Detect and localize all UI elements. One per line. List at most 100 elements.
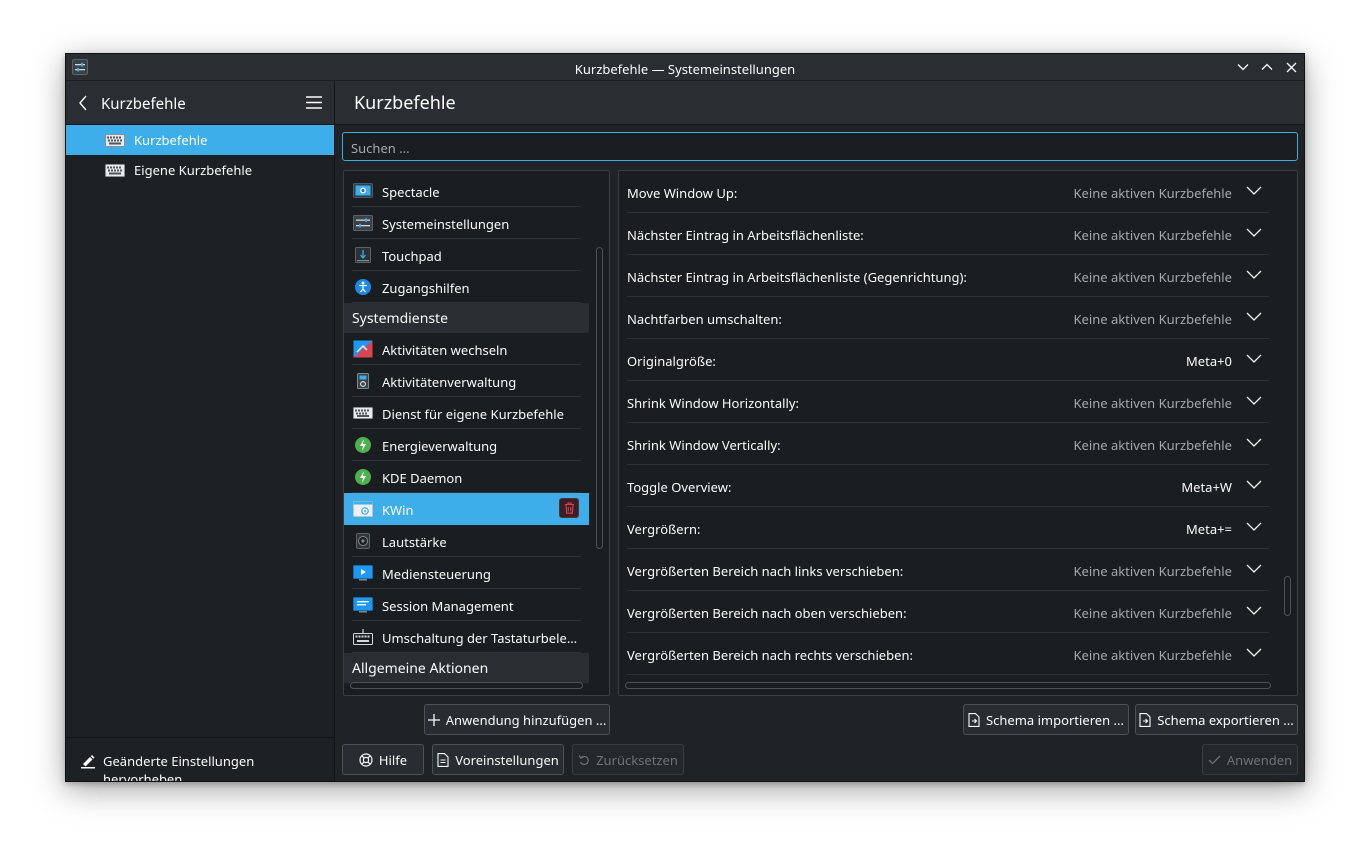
chevron-down-icon[interactable] (1246, 606, 1262, 615)
chevron-down-icon (1237, 64, 1249, 71)
component-list-item[interactable]: KWin (344, 493, 589, 525)
component-list-item[interactable]: Spectacle (344, 175, 589, 207)
shortcut-value: Keine aktiven Kurzbefehle (1073, 268, 1232, 286)
shortcut-list-horizontal-scrollbar[interactable] (625, 682, 1271, 689)
chevron-down-icon[interactable] (1246, 228, 1262, 237)
component-list-item[interactable]: Zugangshilfen (344, 271, 589, 303)
component-list-item[interactable]: Dienst für eigene Kurzbefehle (344, 397, 589, 429)
sidebar-title: Kurzbefehle (101, 94, 186, 114)
component-list-item[interactable]: Lautstärke (344, 525, 589, 557)
shortcut-value: Keine aktiven Kurzbefehle (1073, 562, 1232, 580)
session-icon (353, 596, 373, 614)
shortcut-row[interactable]: Toggle Overview: Meta+W (619, 465, 1279, 507)
media-icon (353, 564, 373, 582)
chevron-down-icon[interactable] (1246, 564, 1262, 573)
shortcut-row[interactable]: Nächster Eintrag in Arbeitsflächenliste … (619, 255, 1279, 297)
back-arrow-icon[interactable] (78, 95, 88, 111)
shortcut-list-vertical-scrollbar[interactable] (1284, 576, 1291, 616)
defaults-label: Voreinstellungen (455, 750, 559, 769)
chevron-down-icon[interactable] (1246, 522, 1262, 531)
shortcut-row[interactable]: Vergrößern: Meta+= (619, 507, 1279, 549)
help-lifebuoy-icon (359, 752, 373, 767)
component-list-vertical-scrollbar[interactable] (596, 247, 603, 549)
add-application-button[interactable]: Anwendung hinzufügen ... (424, 704, 610, 735)
chevron-down-icon[interactable] (1246, 396, 1262, 405)
component-label: Mediensteuerung (382, 565, 491, 583)
systemsettings-icon (353, 214, 373, 232)
component-list-horizontal-scrollbar[interactable] (350, 682, 583, 689)
component-list-item[interactable]: Aktivitätenverwaltung (344, 365, 589, 397)
shortcut-value: Keine aktiven Kurzbefehle (1073, 436, 1232, 454)
shortcut-row[interactable]: Nächster Eintrag in Arbeitsflächenliste:… (619, 213, 1279, 255)
shortcut-value: Keine aktiven Kurzbefehle (1073, 310, 1232, 328)
page-title: Kurzbefehle (354, 91, 456, 115)
plus-icon (427, 713, 440, 726)
highlighter-icon (81, 755, 95, 769)
component-label: Session Management (382, 597, 514, 615)
shortcut-row[interactable]: Move Window Up: Keine aktiven Kurzbefehle (619, 171, 1279, 213)
sidebar: Kurzbefehle Kurzbefehle Eigene Kurzbefeh… (66, 81, 335, 782)
component-list-item[interactable]: KDE Daemon (344, 461, 589, 493)
component-list-item[interactable]: Mediensteuerung (344, 557, 589, 589)
checkmark-icon (1208, 755, 1221, 764)
shortcut-value: Keine aktiven Kurzbefehle (1073, 646, 1232, 664)
shortcut-row[interactable]: Nachtfarben umschalten: Keine aktiven Kur… (619, 297, 1279, 339)
component-list-item[interactable]: Aktivitäten wechseln (344, 333, 589, 365)
help-button[interactable]: Hilfe (342, 744, 424, 775)
component-group-header: Allgemeine Aktionen (344, 653, 589, 683)
sidebar-item-label: Kurzbefehle (134, 131, 208, 149)
component-list-item[interactable]: Umschaltung der Tastaturbele… (344, 621, 589, 653)
component-list-item[interactable]: Energieverwaltung (344, 429, 589, 461)
shortcut-value: Meta+= (1186, 520, 1232, 538)
main-header: Kurzbefehle (335, 81, 1304, 125)
chevron-down-icon[interactable] (1246, 648, 1262, 657)
shortcut-action-name: Vergrößern: (627, 520, 701, 538)
reset-button[interactable]: Zurücksetzen (572, 744, 684, 775)
chevron-down-icon[interactable] (1246, 480, 1262, 489)
delete-component-button[interactable] (559, 498, 579, 518)
shortcut-row[interactable]: Vergrößerten Bereich nach rechts verschi… (619, 633, 1279, 675)
component-label: Spectacle (382, 183, 440, 201)
shortcut-row[interactable]: Shrink Window Vertically: Keine aktiven K… (619, 423, 1279, 465)
shortcut-action-name: Move Window Up: (627, 184, 738, 202)
shortcut-row[interactable]: Vergrößerten Bereich nach links verschie… (619, 549, 1279, 591)
component-list-item[interactable]: Touchpad (344, 239, 589, 271)
shortcut-action-name: Nachtfarben umschalten: (627, 310, 782, 328)
hamburger-menu-icon[interactable] (306, 96, 322, 109)
chevron-down-icon[interactable] (1246, 354, 1262, 363)
apply-button[interactable]: Anwenden (1202, 744, 1298, 775)
component-list-item[interactable]: Systemeinstellungen (344, 207, 589, 239)
shortcut-action-name: Nächster Eintrag in Arbeitsflächenliste: (627, 226, 864, 244)
activity-manager-icon (353, 372, 373, 390)
shortcut-row[interactable]: Vergrößerten Bereich nach oben verschieb… (619, 591, 1279, 633)
component-label: Umschaltung der Tastaturbele… (382, 629, 578, 647)
document-import-icon (968, 712, 980, 727)
highlight-changed-label: Geänderte Einstellungen hervorheben (103, 752, 255, 782)
keyboard-icon (353, 404, 373, 422)
touchpad-icon (353, 246, 373, 264)
search-input[interactable] (349, 133, 1283, 162)
defaults-button[interactable]: Voreinstellungen (432, 744, 564, 775)
chevron-down-icon[interactable] (1246, 312, 1262, 321)
row-divider (627, 674, 1269, 675)
component-label: Zugangshilfen (382, 279, 470, 297)
chevron-down-icon[interactable] (1246, 270, 1262, 279)
chevron-down-icon[interactable] (1246, 186, 1262, 195)
component-label: Energieverwaltung (382, 437, 498, 455)
spectacle-icon (353, 182, 373, 200)
shortcut-row[interactable]: Originalgröße: Meta+0 (619, 339, 1279, 381)
component-list-item[interactable]: Session Management (344, 589, 589, 621)
sidebar-item-kurzbefehle[interactable]: Kurzbefehle (66, 125, 334, 155)
highlight-changed-settings-button[interactable]: Geänderte Einstellungen hervorheben (66, 737, 334, 782)
maximize-button[interactable] (1258, 58, 1276, 76)
shortcut-row[interactable]: Shrink Window Horizontally: Keine aktiven… (619, 381, 1279, 423)
chevron-down-icon[interactable] (1246, 438, 1262, 447)
sidebar-item-eigene-kurzbefehle[interactable]: Eigene Kurzbefehle (66, 155, 334, 185)
kwin-icon (353, 500, 373, 518)
close-button[interactable] (1282, 58, 1300, 76)
main-area: Kurzbefehle Spectacle Systemeinstellungen… (335, 81, 1304, 781)
import-scheme-button[interactable]: Schema importieren ... (963, 704, 1129, 735)
search-field[interactable] (342, 132, 1298, 162)
minimize-button[interactable] (1234, 58, 1252, 76)
export-scheme-button[interactable]: Schema exportieren ... (1135, 704, 1298, 735)
